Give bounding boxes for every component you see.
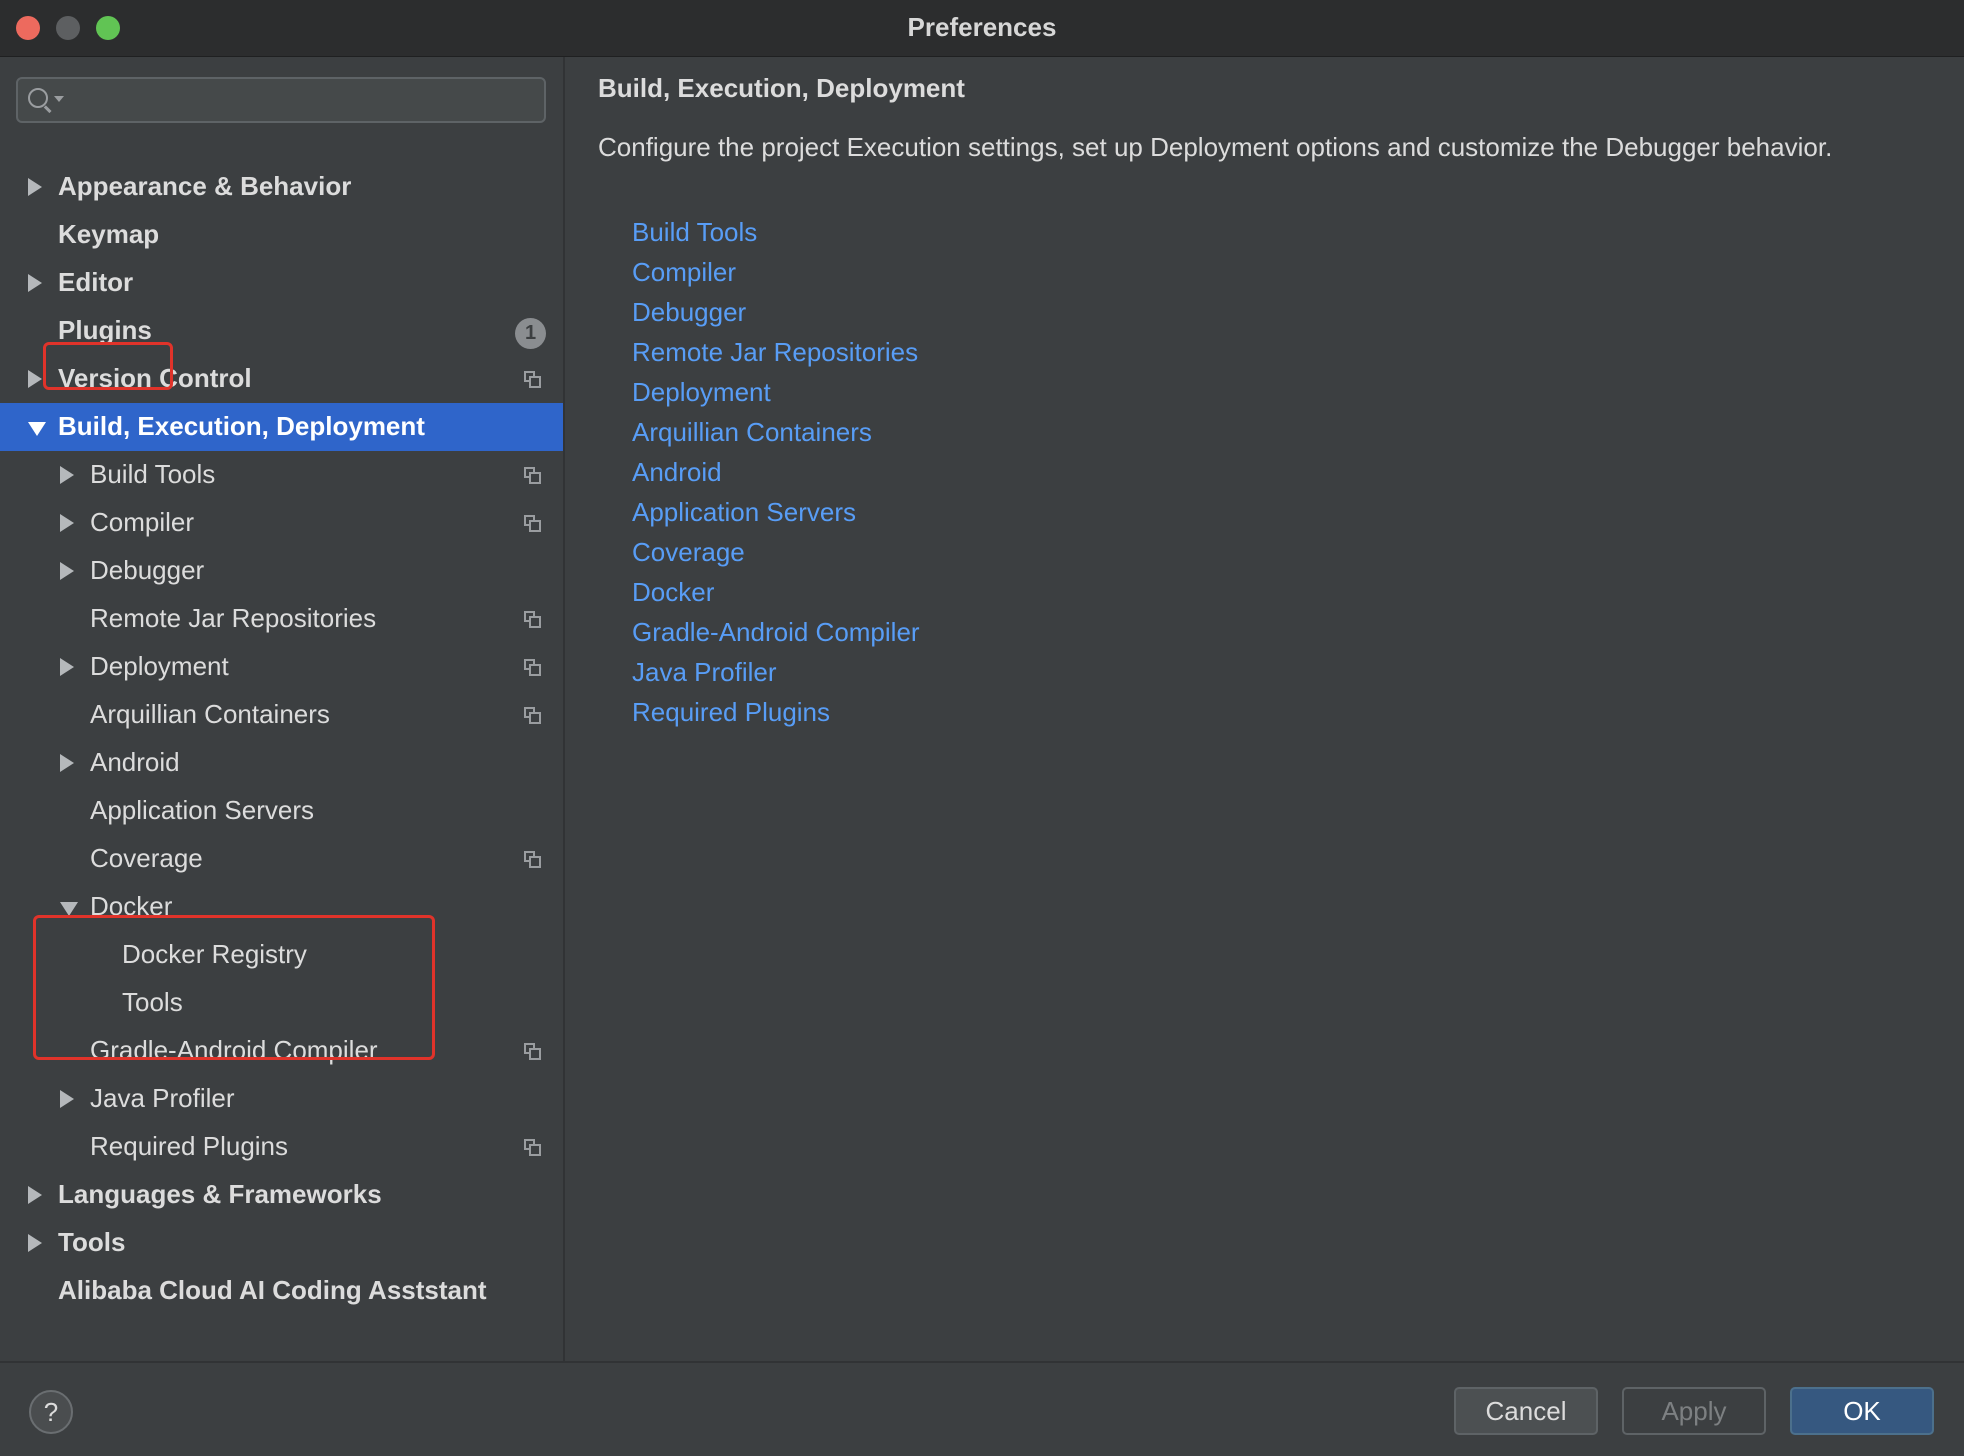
project-level-icon xyxy=(524,1139,541,1156)
sidebar-item-label: Debugger xyxy=(90,555,205,585)
sidebar-item-label: Editor xyxy=(58,267,134,297)
sidebar-item-languages-and-frameworks[interactable]: Languages & Frameworks xyxy=(0,1171,563,1219)
link-java-profiler[interactable]: Java Profiler xyxy=(632,657,777,688)
sidebar-item-alibaba-cloud-ai-coding-asststant[interactable]: Alibaba Cloud AI Coding Asststant xyxy=(0,1267,563,1315)
page-title: Build, Execution, Deployment xyxy=(598,73,965,103)
sidebar-item-tools[interactable]: Tools xyxy=(0,1219,563,1267)
expand-arrow-right-icon[interactable] xyxy=(28,370,42,388)
sidebar-item-label: Appearance & Behavior xyxy=(58,171,352,201)
sidebar-item-label: Build, Execution, Deployment xyxy=(58,411,425,441)
sidebar-item-editor[interactable]: Editor xyxy=(0,259,563,307)
project-level-icon xyxy=(524,851,541,868)
sidebar-item-label: Alibaba Cloud AI Coding Asststant xyxy=(58,1275,487,1305)
search-history-dropdown-icon[interactable] xyxy=(54,96,64,102)
apply-button[interactable]: Apply xyxy=(1622,1387,1766,1435)
link-docker[interactable]: Docker xyxy=(632,577,714,608)
link-gradle-android-compiler[interactable]: Gradle-Android Compiler xyxy=(632,617,920,648)
sidebar-item-label: Tools xyxy=(58,1227,126,1257)
sidebar-item-appearance-and-behavior[interactable]: Appearance & Behavior xyxy=(0,163,563,211)
sidebar-item-java-profiler[interactable]: Java Profiler xyxy=(0,1075,563,1123)
settings-search-input[interactable] xyxy=(16,77,546,123)
link-deployment[interactable]: Deployment xyxy=(632,377,771,408)
sidebar-item-label: Languages & Frameworks xyxy=(58,1179,382,1209)
sidebar-item-arquillian-containers[interactable]: Arquillian Containers xyxy=(0,691,563,739)
link-debugger[interactable]: Debugger xyxy=(632,297,746,328)
link-build-tools[interactable]: Build Tools xyxy=(632,217,757,248)
sidebar-item-deployment[interactable]: Deployment xyxy=(0,643,563,691)
dialog-footer: ? Cancel Apply OK xyxy=(0,1361,1964,1456)
title-bar: Preferences xyxy=(0,0,1964,57)
project-level-icon xyxy=(524,659,541,676)
window-title: Preferences xyxy=(907,12,1057,42)
project-level-icon xyxy=(524,1043,541,1060)
expand-arrow-right-icon[interactable] xyxy=(60,754,74,772)
project-level-icon xyxy=(524,611,541,628)
expand-arrow-right-icon[interactable] xyxy=(28,1186,42,1204)
expand-arrow-right-icon[interactable] xyxy=(60,514,74,532)
link-arquillian-containers[interactable]: Arquillian Containers xyxy=(632,417,872,448)
sidebar-item-label: Required Plugins xyxy=(90,1131,289,1161)
sidebar-item-label: Android xyxy=(90,747,180,777)
sidebar-item-keymap[interactable]: Keymap xyxy=(0,211,563,259)
expand-arrow-down-icon[interactable] xyxy=(28,422,46,436)
expand-arrow-right-icon[interactable] xyxy=(60,466,74,484)
sidebar-item-build-execution-deployment[interactable]: Build, Execution, Deployment xyxy=(0,403,563,451)
expand-arrow-right-icon[interactable] xyxy=(28,178,42,196)
search-icon[interactable] xyxy=(28,88,48,108)
cancel-button[interactable]: Cancel xyxy=(1454,1387,1598,1435)
preferences-window: Preferences Appearance & Behavior Keymap E… xyxy=(0,0,1964,1456)
sidebar-item-application-servers[interactable]: Application Servers xyxy=(0,787,563,835)
sidebar-item-label: Java Profiler xyxy=(90,1083,235,1113)
link-remote-jar-repositories[interactable]: Remote Jar Repositories xyxy=(632,337,918,368)
plugins-highlight-annotation xyxy=(43,342,173,390)
expand-arrow-right-icon[interactable] xyxy=(28,1234,42,1252)
sidebar-item-label: Compiler xyxy=(90,507,195,537)
sidebar-item-build-tools[interactable]: Build Tools xyxy=(0,451,563,499)
sidebar-item-label: Remote Jar Repositories xyxy=(90,603,377,633)
project-level-icon xyxy=(524,707,541,724)
expand-arrow-right-icon[interactable] xyxy=(60,1090,74,1108)
settings-sidebar: Appearance & Behavior Keymap Editor Plugins… xyxy=(0,57,565,1361)
sidebar-item-compiler[interactable]: Compiler xyxy=(0,499,563,547)
expand-arrow-down-icon[interactable] xyxy=(60,902,78,916)
update-count-badge: 1 xyxy=(515,318,546,349)
sidebar-item-label: Coverage xyxy=(90,843,203,873)
project-level-icon xyxy=(524,515,541,532)
sidebar-item-remote-jar-repositories[interactable]: Remote Jar Repositories xyxy=(0,595,563,643)
sidebar-item-label: Keymap xyxy=(58,219,160,249)
sidebar-item-label: Arquillian Containers xyxy=(90,699,330,729)
sidebar-item-coverage[interactable]: Coverage xyxy=(0,835,563,883)
link-compiler[interactable]: Compiler xyxy=(632,257,736,288)
sidebar-item-debugger[interactable]: Debugger xyxy=(0,547,563,595)
expand-arrow-right-icon[interactable] xyxy=(60,562,74,580)
sidebar-item-android[interactable]: Android xyxy=(0,739,563,787)
project-level-icon xyxy=(524,467,541,484)
link-coverage[interactable]: Coverage xyxy=(632,537,745,568)
link-application-servers[interactable]: Application Servers xyxy=(632,497,856,528)
sidebar-item-label: Application Servers xyxy=(90,795,314,825)
link-required-plugins[interactable]: Required Plugins xyxy=(632,697,830,728)
link-android[interactable]: Android xyxy=(632,457,722,488)
expand-arrow-right-icon[interactable] xyxy=(60,658,74,676)
project-level-icon xyxy=(524,371,541,388)
page-description: Configure the project Execution settings… xyxy=(598,132,1833,162)
expand-arrow-right-icon[interactable] xyxy=(28,274,42,292)
ok-button[interactable]: OK xyxy=(1790,1387,1934,1435)
docker-highlight-annotation xyxy=(33,915,435,1060)
sidebar-item-label: Build Tools xyxy=(90,459,216,489)
help-button[interactable]: ? xyxy=(29,1390,73,1434)
settings-content-panel: Build, Execution, Deployment Configure t… xyxy=(565,57,1964,1361)
sidebar-item-required-plugins[interactable]: Required Plugins xyxy=(0,1123,563,1171)
sidebar-item-label: Deployment xyxy=(90,651,229,681)
